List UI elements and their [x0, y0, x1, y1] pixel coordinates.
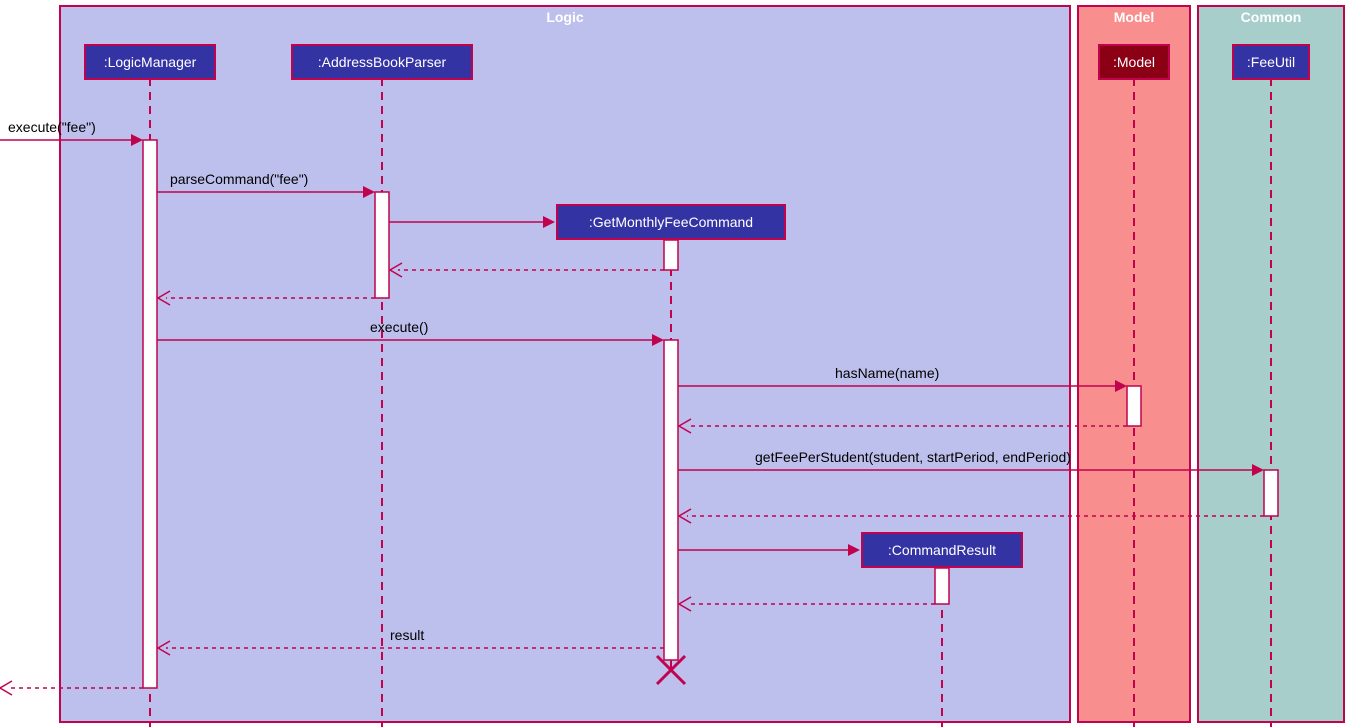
- logic-container: [60, 6, 1070, 722]
- msg-getfee-label: getFeePerStudent(student, startPeriod, e…: [755, 449, 1071, 465]
- getmonthlyfee-label: :GetMonthlyFeeCommand: [589, 214, 753, 230]
- model-label: Model: [1114, 9, 1154, 25]
- commandresult-activation: [935, 568, 949, 604]
- commandresult-label: :CommandResult: [888, 542, 996, 558]
- msg-execute-fee-label: execute("fee"): [8, 119, 96, 135]
- msg-execute-label: execute(): [370, 319, 428, 335]
- feeutil-label: :FeeUtil: [1247, 54, 1295, 70]
- addressbookparser-label: :AddressBookParser: [318, 54, 447, 70]
- msg-parsecommand-label: parseCommand("fee"): [170, 171, 308, 187]
- msg-result-label: result: [390, 627, 424, 643]
- sequence-diagram: Logic Model Common :LogicManager :Addres…: [0, 0, 1351, 727]
- getmonthlyfee-activation2: [664, 340, 678, 660]
- addressbookparser-activation: [375, 192, 389, 298]
- model-activation: [1127, 386, 1141, 426]
- arrowhead14: [0, 681, 12, 695]
- logic-label: Logic: [546, 9, 584, 25]
- feeutil-activation: [1264, 470, 1278, 516]
- getmonthlyfee-activation1: [664, 240, 678, 270]
- common-label: Common: [1241, 9, 1302, 25]
- msg-hasname-label: hasName(name): [835, 365, 939, 381]
- model-participant-label: :Model: [1113, 54, 1155, 70]
- logicmanager-label: :LogicManager: [104, 54, 197, 70]
- logicmanager-activation: [143, 140, 157, 688]
